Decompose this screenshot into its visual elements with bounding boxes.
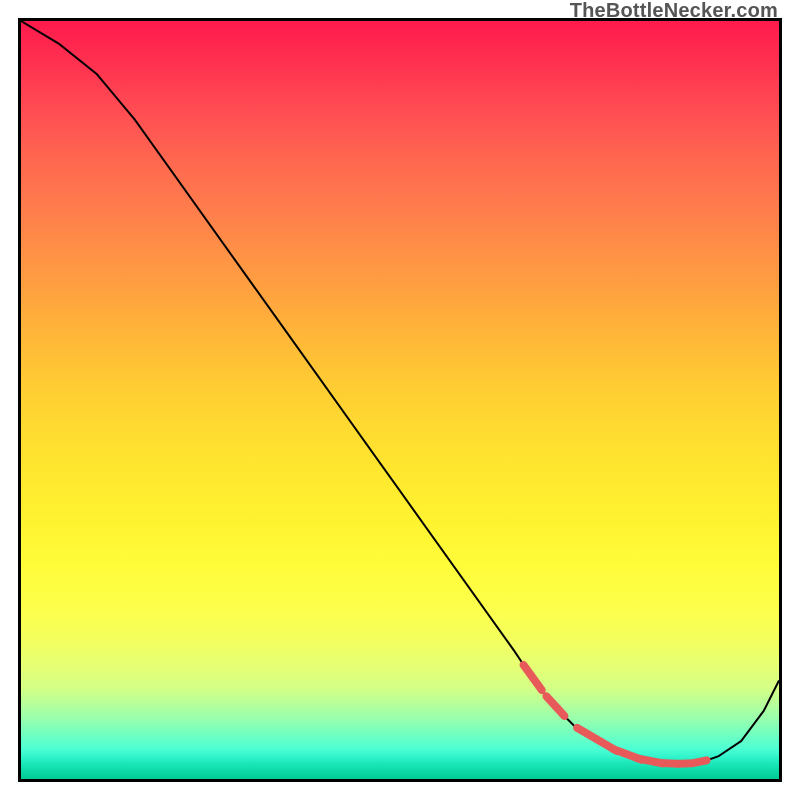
optimal-marker bbox=[692, 760, 707, 763]
plot-area bbox=[18, 18, 782, 782]
bottleneck-curve bbox=[21, 21, 779, 764]
optimal-marker bbox=[546, 696, 564, 716]
optimal-marker bbox=[524, 665, 542, 690]
optimal-range-markers bbox=[524, 665, 707, 764]
chart-container: TheBottleNecker.com bbox=[0, 0, 800, 800]
curve-svg bbox=[21, 21, 779, 779]
